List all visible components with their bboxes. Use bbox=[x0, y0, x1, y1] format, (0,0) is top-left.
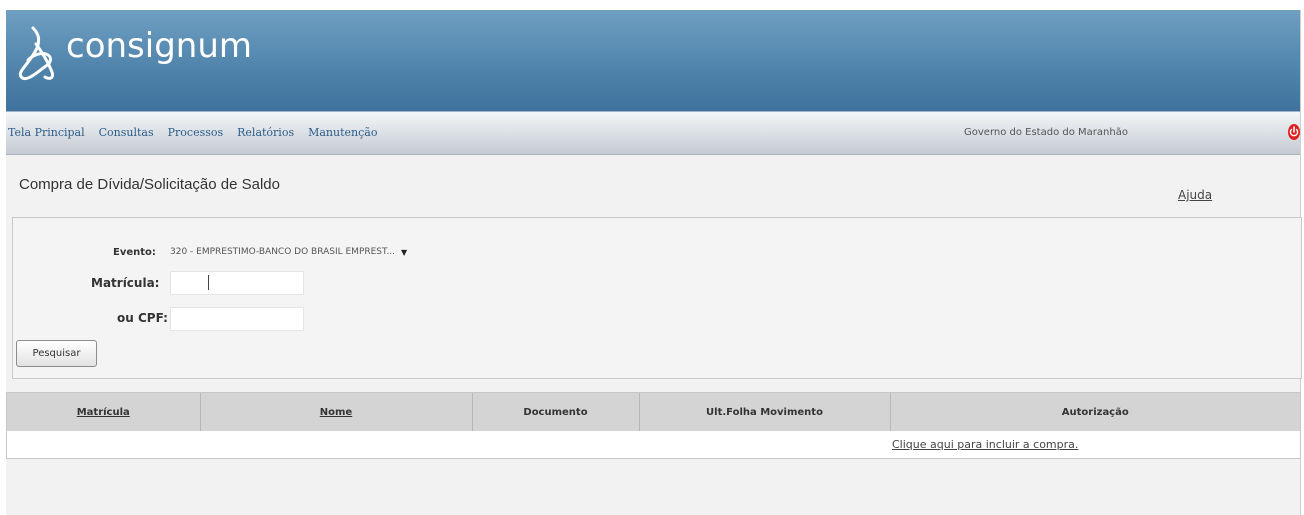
nav-item-manutencao[interactable]: Manutenção bbox=[308, 126, 377, 139]
app-header: consignum bbox=[6, 10, 1300, 111]
evento-selected-value: 320 - EMPRESTIMO-BANCO DO BRASIL EMPREST… bbox=[170, 247, 396, 257]
nav-item-relatorios[interactable]: Relatórios bbox=[237, 126, 294, 139]
page-title: Compra de Dívida/Solicitação de Saldo bbox=[19, 176, 280, 193]
nav-item-processos[interactable]: Processos bbox=[168, 126, 224, 139]
cell-ult-folha bbox=[639, 431, 890, 458]
power-icon[interactable] bbox=[1287, 120, 1301, 142]
text-cursor-icon bbox=[208, 275, 209, 290]
column-header-matricula[interactable]: Matrícula bbox=[7, 393, 201, 431]
nav-menu: Tela Principal Consultas Processos Relat… bbox=[8, 126, 377, 139]
results-table: Matrícula Nome Documento Ult.Folha Movim… bbox=[6, 392, 1301, 459]
cell-documento bbox=[472, 431, 639, 458]
column-header-documento: Documento bbox=[472, 393, 640, 431]
nav-item-tela-principal[interactable]: Tela Principal bbox=[8, 126, 85, 139]
column-header-ult-folha-movimento: Ult.Folha Movimento bbox=[639, 393, 891, 431]
dropdown-arrow-icon: ▼ bbox=[401, 247, 408, 257]
cell-nome bbox=[200, 431, 472, 458]
organization-label: Governo do Estado do Maranhão bbox=[964, 127, 1128, 138]
evento-label: Evento: bbox=[113, 247, 156, 258]
table-row: Clique aqui para incluir a compra. bbox=[7, 431, 1300, 458]
consignum-logo-icon bbox=[18, 26, 54, 80]
search-button[interactable]: Pesquisar bbox=[16, 340, 97, 367]
table-header-row: Matrícula Nome Documento Ult.Folha Movim… bbox=[7, 393, 1300, 431]
include-purchase-link[interactable]: Clique aqui para incluir a compra. bbox=[890, 431, 1300, 458]
cpf-input[interactable] bbox=[170, 307, 304, 331]
search-panel: Evento: 320 - EMPRESTIMO-BANCO DO BRASIL… bbox=[12, 217, 1302, 379]
main-navbar: Tela Principal Consultas Processos Relat… bbox=[6, 111, 1300, 155]
app-window: consignum Tela Principal Consultas Proce… bbox=[6, 10, 1302, 515]
nav-item-consultas[interactable]: Consultas bbox=[99, 126, 154, 139]
matricula-label: Matrícula: bbox=[91, 276, 160, 290]
matricula-input[interactable] bbox=[170, 271, 304, 295]
help-link[interactable]: Ajuda bbox=[1178, 188, 1212, 202]
cell-matricula bbox=[7, 431, 200, 458]
cpf-label: ou CPF: bbox=[117, 311, 168, 325]
column-header-nome[interactable]: Nome bbox=[200, 393, 473, 431]
evento-select[interactable]: 320 - EMPRESTIMO-BANCO DO BRASIL EMPREST… bbox=[170, 243, 486, 261]
column-header-autorizacao: Autorização bbox=[890, 393, 1300, 431]
app-logo-text: consignum bbox=[66, 26, 253, 66]
